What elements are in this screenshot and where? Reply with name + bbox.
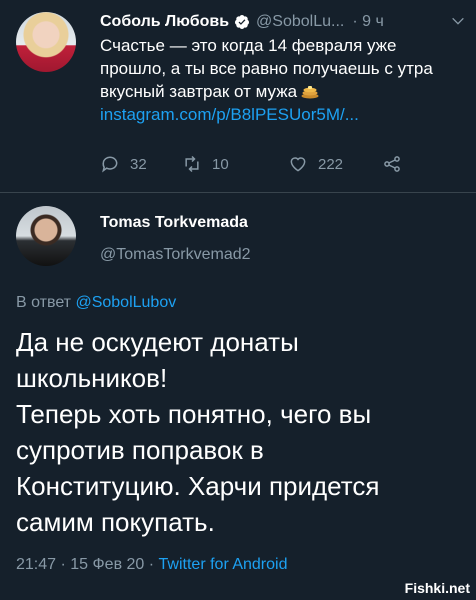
retweet-button[interactable]: 10: [182, 152, 229, 176]
handle[interactable]: @SobolLu...: [256, 13, 344, 31]
like-count: 222: [318, 155, 344, 173]
retweet-count: 10: [212, 155, 229, 173]
like-button[interactable]: 222: [288, 152, 343, 176]
display-name[interactable]: Tomas Torkvemada: [100, 214, 248, 232]
chevron-down-icon[interactable]: [450, 13, 466, 29]
share-icon: [384, 156, 400, 172]
tweet-body: Счастье — это когда 14 февраля уже прошл…: [100, 36, 433, 101]
avatar[interactable]: [16, 12, 76, 72]
pancakes-icon: [301, 86, 319, 99]
mention-link[interactable]: @SobolLubov: [75, 294, 176, 311]
share-button[interactable]: [382, 152, 412, 176]
source-app-link[interactable]: Twitter for Android: [159, 556, 288, 573]
handle[interactable]: @TomasTorkvemad2: [100, 246, 251, 264]
replying-prefix: В ответ: [16, 294, 72, 311]
display-name[interactable]: Соболь Любовь: [100, 13, 229, 31]
avatar[interactable]: [16, 206, 76, 266]
tweet-link[interactable]: instagram.com/p/B8lPESUor5M/...: [100, 105, 359, 124]
divider: [0, 192, 476, 193]
tweet-actions: 32 10 222: [100, 152, 440, 176]
reply-icon: [102, 156, 118, 173]
timestamp: 21:47 · 15 Фев 20 ·: [16, 556, 155, 573]
reply-button[interactable]: 32: [100, 152, 147, 176]
original-tweet[interactable]: Соболь Любовь @SobolLu... · 9 ч Счастье …: [0, 0, 476, 192]
heart-icon: [290, 157, 306, 172]
tweet-text: Счастье — это когда 14 февраля уже прошл…: [100, 34, 460, 126]
timestamp[interactable]: · 9 ч: [352, 13, 383, 31]
replying-to: В ответ @SobolLubov: [16, 294, 176, 312]
watermark: Fishki.net: [404, 580, 470, 596]
verified-badge-icon: [235, 15, 250, 29]
tweet-meta: 21:47 · 15 Фев 20 · Twitter for Android: [16, 556, 287, 574]
retweet-icon: [185, 155, 199, 173]
tweet-header: Соболь Любовь @SobolLu... · 9 ч: [100, 10, 468, 34]
reply-text: Да не оскудеют донаты школьников! Теперь…: [16, 327, 380, 537]
reply-count: 32: [130, 155, 147, 173]
